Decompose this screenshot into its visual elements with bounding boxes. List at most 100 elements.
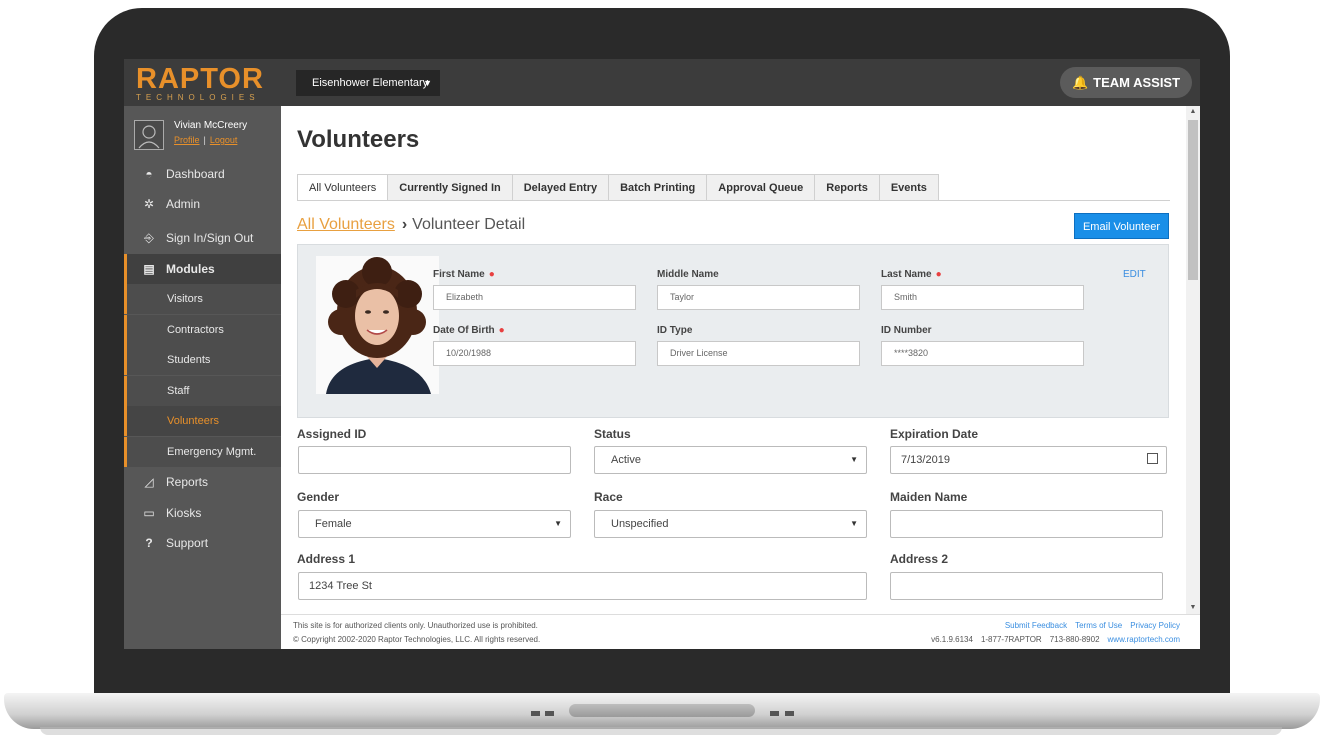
chevron-right-icon: › [401,216,408,233]
raptor-logo[interactable]: RAPTOR TECHNOLOGIES [136,65,276,103]
required-icon: ● [498,325,505,336]
breadcrumb-current: Volunteer Detail [412,216,526,233]
volunteer-photo [316,256,439,394]
email-volunteer-button[interactable]: Email Volunteer [1074,213,1169,239]
last-name-field: Smith [881,285,1084,310]
user-links: Profile | Logout [174,135,284,145]
portrait-image [316,256,439,394]
dob-field: 10/20/1988 [433,341,636,366]
sidebar-item-contractors[interactable]: Contractors [124,315,281,345]
scrollbar-thumb[interactable] [1188,120,1198,280]
sidebar-item-label: Dashboard [166,167,225,181]
sidebar-item-label: Admin [166,197,201,211]
gender-value: Female [315,518,352,530]
calendar-icon[interactable] [1147,453,1158,464]
sidebar-item-label: Support [166,536,209,550]
privacy-link[interactable]: Privacy Policy [1130,621,1180,630]
sidebar-item-modules[interactable]: ▤ Modules [124,254,281,284]
first-name-label: First Name ● [433,269,495,280]
required-icon: ● [935,269,942,280]
gender-select[interactable]: Female ▼ [298,510,571,538]
address1-label: Address 1 [297,552,356,566]
footer-contact: v6.1.9.6134 1-877-7RAPTOR 713-880-8902 www.… [923,635,1180,644]
tab-delayed-entry[interactable]: Delayed Entry [511,174,610,201]
school-selector[interactable]: Eisenhower Elementary ▼ [296,70,440,96]
sidebar-item-reports[interactable]: ◿ Reports [124,467,281,497]
laptop-notch [531,711,540,716]
first-name-field: Elizabeth [433,285,636,310]
terms-link[interactable]: Terms of Use [1075,621,1122,630]
expiration-date-input[interactable]: 7/13/2019 [890,446,1167,474]
sidebar-item-volunteers[interactable]: Volunteers [124,406,281,436]
main-content: Volunteers All Volunteers Currently Sign… [281,106,1186,614]
status-select[interactable]: Active ▼ [594,446,867,474]
tab-events[interactable]: Events [878,174,939,201]
sidebar-item-staff[interactable]: Staff [124,376,281,406]
caret-down-icon: ▼ [423,78,432,88]
breadcrumb-all-volunteers[interactable]: All Volunteers [297,216,395,233]
sidebar-item-signin[interactable]: ⎆ Sign In/Sign Out [124,223,281,253]
sidebar-item-label: Sign In/Sign Out [166,231,254,245]
scrollbar[interactable]: ▲ ▼ [1186,106,1200,614]
id-number-field: ****3820 [881,341,1084,366]
sidebar-item-emergency[interactable]: Emergency Mgmt. [124,437,281,467]
volunteer-card: First Name ● Elizabeth Middle Name Taylor… [297,244,1169,418]
sidebar-item-visitors[interactable]: Visitors [124,284,281,314]
sidebar-item-kiosks[interactable]: ▭ Kiosks [124,498,281,528]
user-icon [138,125,160,149]
school-name: Eisenhower Elementary [312,77,429,89]
reports-icon: ◿ [144,475,154,489]
version-text: v6.1.9.6134 [931,635,973,644]
tab-currently-signed-in[interactable]: Currently Signed In [387,174,513,201]
sidebar-item-admin[interactable]: ✲ Admin [124,189,281,219]
dob-label: Date Of Birth ● [433,325,505,336]
team-assist-label: TEAM ASSIST [1093,75,1181,90]
maiden-name-label: Maiden Name [890,490,968,504]
sidebar: Vivian McCreery Profile | Logout ◓ Dashboa… [124,106,281,649]
tab-all-volunteers[interactable]: All Volunteers [297,174,389,201]
scroll-down-icon[interactable]: ▼ [1186,602,1200,614]
team-assist-button[interactable]: 🔔 TEAM ASSIST [1060,67,1192,98]
laptop-notch [785,711,794,716]
sidebar-item-students[interactable]: Students [124,345,281,375]
breadcrumb: All Volunteers › Volunteer Detail [297,216,525,234]
signin-icon: ⎆ [144,231,154,245]
avatar [134,120,164,150]
tab-bar: All Volunteers Currently Signed In Delay… [297,174,939,201]
tab-approval-queue[interactable]: Approval Queue [706,174,816,201]
question-icon: ? [145,536,153,550]
middle-name-label: Middle Name [657,269,719,280]
label-text: Last Name [881,269,932,280]
assigned-id-label: Assigned ID [297,427,367,441]
footer-links: Submit Feedback Terms of Use Privacy Polic… [997,621,1180,630]
sidebar-item-support[interactable]: ? Support [124,528,281,558]
maiden-name-input[interactable] [890,510,1163,538]
sidebar-item-label: Modules [166,262,215,276]
laptop-trackpad-notch [569,704,755,717]
scroll-up-icon[interactable]: ▲ [1186,106,1200,118]
dropdown-arrow-icon: ▼ [850,455,858,464]
footer-notice: This site is for authorized clients only… [293,621,538,630]
label-text: Date Of Birth [433,325,495,336]
app-screen: RAPTOR TECHNOLOGIES Eisenhower Elementar… [124,59,1200,649]
dropdown-arrow-icon: ▼ [850,519,858,528]
logout-link[interactable]: Logout [210,135,238,145]
tab-reports[interactable]: Reports [814,174,880,201]
submit-feedback-link[interactable]: Submit Feedback [1005,621,1067,630]
sidebar-item-dashboard[interactable]: ◓ Dashboard [124,159,281,189]
profile-link[interactable]: Profile [174,135,200,145]
race-select[interactable]: Unspecified ▼ [594,510,867,538]
edit-link[interactable]: EDIT [1123,269,1146,280]
page-title: Volunteers [297,126,420,153]
middle-name-field: Taylor [657,285,860,310]
gender-label: Gender [297,490,340,504]
tab-batch-printing[interactable]: Batch Printing [608,174,708,201]
address1-input[interactable]: 1234 Tree St [298,572,867,600]
assigned-id-input[interactable] [298,446,571,474]
dashboard-icon: ◓ [145,167,153,181]
sidebar-item-label: Reports [166,475,209,489]
expiration-date-value: 7/13/2019 [901,454,950,466]
race-label: Race [594,490,623,504]
address2-input[interactable] [890,572,1163,600]
website-link[interactable]: www.raptortech.com [1108,635,1180,644]
